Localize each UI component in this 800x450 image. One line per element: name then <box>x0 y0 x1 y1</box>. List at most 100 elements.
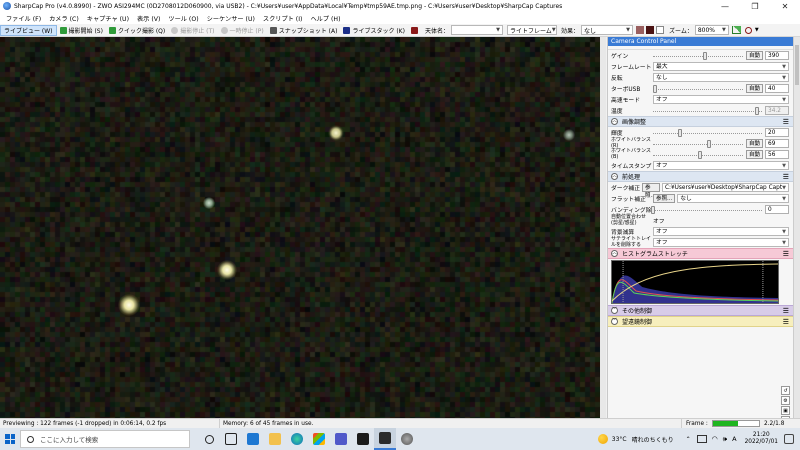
histogram-icon[interactable] <box>731 26 741 34</box>
scrollbar-thumb[interactable] <box>795 45 799 85</box>
quick-capture-button[interactable]: クイック撮影 (Q) <box>106 25 168 36</box>
notification-icon[interactable] <box>784 434 794 444</box>
frame-type-select[interactable]: ライトフレーム ▼ <box>506 25 557 35</box>
dropdown-select[interactable]: オフ ▼ <box>653 161 789 170</box>
hamburger-menu-icon[interactable]: ☰ <box>783 318 789 326</box>
slider-thumb[interactable] <box>678 128 683 137</box>
auto-checkbox[interactable]: 自動 <box>745 84 763 93</box>
weather-widget[interactable]: 33°C 晴れのちくもり <box>597 434 674 444</box>
collapse-icon[interactable]: ︿ <box>611 118 618 125</box>
stop-capture-button[interactable]: 撮影停止 (T) <box>168 25 217 36</box>
value-input[interactable]: 69 <box>765 139 789 148</box>
chevron-down-icon[interactable]: ▼ <box>755 27 759 33</box>
panel-scrollbar[interactable] <box>793 37 800 418</box>
menu-view[interactable]: 表示 (V) <box>133 14 164 23</box>
auto-checkbox[interactable]: 自動 <box>745 150 763 159</box>
slider-thumb[interactable] <box>652 84 657 93</box>
start-capture-button[interactable]: 撮影開始 (S) <box>57 25 106 36</box>
auto-checkbox[interactable]: 自動 <box>745 51 763 60</box>
live-view-button[interactable]: ライブビュー (W) <box>0 24 57 36</box>
expand-icon[interactable]: ﹀ <box>611 307 618 314</box>
control-slider[interactable] <box>653 150 743 159</box>
control-slider[interactable] <box>651 205 762 214</box>
maximize-button[interactable]: ❐ <box>740 0 770 12</box>
menu-file[interactable]: ファイル (F) <box>2 14 45 23</box>
image-viewport[interactable] <box>0 37 606 418</box>
camera-app[interactable] <box>352 428 374 450</box>
store-app[interactable] <box>308 428 330 450</box>
auto-checkbox[interactable]: 自動 <box>745 139 763 148</box>
menu-camera[interactable]: カメラ (C) <box>45 14 83 23</box>
dropdown-select[interactable]: なし ▼ <box>653 73 789 82</box>
collapse-icon[interactable]: ︿ <box>611 173 618 180</box>
pause-button[interactable]: 一時停止 (P) <box>218 25 267 36</box>
value-input[interactable]: 34.2 <box>765 106 789 115</box>
volume-icon[interactable]: 🕪 <box>723 435 727 444</box>
hamburger-menu-icon[interactable]: ☰ <box>783 118 789 126</box>
cortana-button[interactable] <box>198 428 220 450</box>
menu-scripting[interactable]: スクリプト (I) <box>259 14 307 23</box>
auto-stretch-icon[interactable]: ⚙ <box>781 396 790 405</box>
dropdown-select[interactable]: C:¥Users¥user¥Desktop¥SharpCap Capt ▼ <box>661 183 789 192</box>
planetarium-app[interactable] <box>396 428 418 450</box>
control-slider[interactable] <box>652 84 743 93</box>
snapshot-button[interactable]: スナップショット (A) <box>267 25 341 36</box>
start-button[interactable] <box>0 428 20 450</box>
task-view-button[interactable] <box>220 428 242 450</box>
slider-thumb[interactable] <box>703 51 708 60</box>
clock[interactable]: 21:20 2022/07/01 <box>745 432 778 446</box>
save-icon[interactable]: ▣ <box>781 406 790 415</box>
menu-help[interactable]: ヘルプ (H) <box>306 14 344 23</box>
dropdown-select[interactable]: オフ ▼ <box>653 227 789 236</box>
mail-app[interactable] <box>242 428 264 450</box>
slider-thumb[interactable] <box>697 150 702 159</box>
section-image-adjust[interactable]: ︿ 画像調整 ☰ <box>608 116 793 127</box>
section-preprocessing[interactable]: ︿ 前処理 ☰ <box>608 171 793 182</box>
color-swatch-icon[interactable] <box>636 26 644 34</box>
histogram-graph[interactable] <box>611 260 779 304</box>
control-slider[interactable] <box>653 51 743 60</box>
taskbar-search[interactable]: ここに入力して検索 <box>20 430 190 448</box>
expand-icon[interactable]: ﹀ <box>611 318 618 325</box>
minimize-button[interactable]: — <box>710 0 740 12</box>
network-icon[interactable]: ◠ <box>712 435 718 443</box>
menu-tools[interactable]: ツール (O) <box>164 14 202 23</box>
dropdown-select[interactable]: なし ▼ <box>677 194 789 203</box>
close-button[interactable]: ✕ <box>770 0 800 12</box>
target-name-input[interactable]: ▼ <box>450 25 503 35</box>
viewport-scrollbar[interactable] <box>600 37 606 418</box>
section-misc-controls[interactable]: ﹀ その他制御 ☰ <box>608 305 793 316</box>
value-input[interactable]: 0 <box>765 205 789 214</box>
value-input[interactable]: 390 <box>765 51 789 60</box>
value-input[interactable]: 20 <box>765 128 789 137</box>
browse-button[interactable]: 参照... <box>641 183 660 199</box>
collapse-icon[interactable]: ︿ <box>611 250 618 257</box>
teams-app[interactable] <box>330 428 352 450</box>
slider-thumb[interactable] <box>754 106 759 115</box>
battery-icon[interactable] <box>696 435 707 443</box>
value-input[interactable]: 56 <box>765 150 789 159</box>
slider-thumb[interactable] <box>706 139 711 148</box>
edge-app[interactable] <box>286 428 308 450</box>
menu-sequencer[interactable]: シーケンサー (U) <box>203 14 259 23</box>
section-histogram-stretch[interactable]: ︿ ヒストグラムストレッチ ☰ <box>608 248 793 259</box>
section-telescope-control[interactable]: ﹀ 望遠鏡制御 ☰ <box>608 316 793 327</box>
chevron-up-icon[interactable]: ⌃ <box>686 436 694 443</box>
control-slider[interactable] <box>653 139 743 148</box>
dropdown-select[interactable]: オフ ▼ <box>653 95 789 104</box>
explorer-app[interactable] <box>264 428 286 450</box>
dropdown-select[interactable]: 最大 ▼ <box>653 62 789 71</box>
browse-button[interactable]: 参照... <box>653 194 676 203</box>
magnifier-icon[interactable] <box>744 26 752 34</box>
slider-thumb[interactable] <box>651 205 655 214</box>
color-swatch-icon[interactable] <box>656 26 664 34</box>
effect-select[interactable]: なし ▼ <box>581 25 633 35</box>
menu-capture[interactable]: キャプチャ (U) <box>83 14 133 23</box>
color-swatch-icon[interactable] <box>646 26 654 34</box>
live-stack-button[interactable]: ライブスタック (K) <box>340 25 408 36</box>
value-input[interactable]: 40 <box>765 84 789 93</box>
reticle-button[interactable] <box>408 25 423 36</box>
sharpcap-taskbar-app[interactable] <box>374 428 396 450</box>
hamburger-menu-icon[interactable]: ☰ <box>783 250 789 258</box>
zoom-select[interactable]: 800% ▼ <box>694 25 729 35</box>
